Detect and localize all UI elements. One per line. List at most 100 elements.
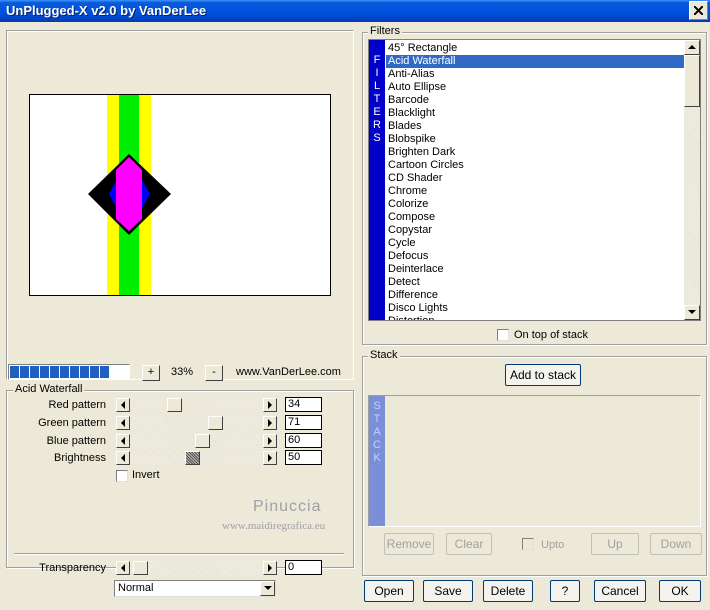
slider-thumb[interactable]	[208, 416, 223, 430]
slider-right-button[interactable]	[263, 434, 277, 448]
transparency-right-button[interactable]	[263, 561, 277, 575]
slider-left-button[interactable]	[116, 451, 130, 465]
add-to-stack-button[interactable]: Add to stack	[505, 364, 581, 386]
close-button[interactable]	[689, 1, 708, 20]
filter-item[interactable]: CD Shader	[386, 172, 684, 185]
filter-item[interactable]: Anti-Alias	[386, 68, 684, 81]
filter-item[interactable]: Cycle	[386, 237, 684, 250]
filter-item[interactable]: Distortion	[386, 315, 684, 320]
arrow-left-icon	[121, 419, 125, 427]
blend-mode-value: Normal	[118, 582, 154, 594]
blend-mode-select[interactable]: Normal	[114, 580, 276, 597]
filter-item[interactable]: 45° Rectangle	[386, 42, 684, 55]
filter-item[interactable]: Brighten Dark	[386, 146, 684, 159]
chevron-down-icon	[688, 310, 696, 314]
tab-letter: E	[373, 106, 381, 118]
progress-segment	[60, 366, 69, 378]
dropdown-button[interactable]	[260, 581, 275, 596]
zoom-out-button[interactable]: -	[205, 365, 223, 381]
filter-item[interactable]: Acid Waterfall	[386, 55, 684, 68]
close-icon	[694, 6, 703, 15]
slider-thumb[interactable]	[167, 398, 182, 412]
tab-letter: R	[373, 119, 381, 131]
slider-right-button[interactable]	[263, 451, 277, 465]
transparency-value[interactable]: 0	[285, 560, 322, 575]
transparency-label: Transparency	[39, 562, 106, 574]
slider-right-button[interactable]	[263, 416, 277, 430]
on-top-checkbox[interactable]	[497, 329, 509, 341]
delete-button[interactable]: Delete	[483, 580, 533, 602]
open-button[interactable]: Open	[364, 580, 414, 602]
arrow-right-icon	[268, 437, 272, 445]
help-button[interactable]: ?	[550, 580, 580, 602]
filter-item[interactable]: Cartoon Circles	[386, 159, 684, 172]
clear-button[interactable]: Clear	[446, 533, 492, 555]
filter-item[interactable]: Blacklight	[386, 107, 684, 120]
filter-item[interactable]: Compose	[386, 211, 684, 224]
tab-letter: T	[373, 93, 381, 105]
filter-item[interactable]: Blobspike	[386, 133, 684, 146]
slider-thumb[interactable]	[185, 451, 200, 465]
arrow-right-icon	[268, 401, 272, 409]
filter-item[interactable]: Auto Ellipse	[386, 81, 684, 94]
slider-track[interactable]	[130, 416, 263, 430]
tab-letter: S	[373, 132, 381, 144]
slider-value[interactable]: 60	[285, 433, 322, 448]
filters-scrollbar[interactable]	[684, 40, 700, 320]
dialog-client: + 33% - www.VanDerLee.com Acid Waterfall…	[0, 22, 710, 610]
title-bar: UnPlugged-X v2.0 by VanDerLee	[0, 0, 710, 22]
stack-list[interactable]: STACK	[368, 395, 701, 527]
up-button[interactable]: Up	[591, 533, 639, 555]
arrow-left-icon	[121, 564, 125, 572]
scroll-thumb[interactable]	[684, 55, 700, 107]
slider-left-button[interactable]	[116, 398, 130, 412]
filter-item[interactable]: Barcode	[386, 94, 684, 107]
filter-item[interactable]: Defocus	[386, 250, 684, 263]
arrow-right-icon	[268, 454, 272, 462]
transparency-track[interactable]	[130, 561, 263, 575]
ok-button[interactable]: OK	[659, 580, 701, 602]
slider-value[interactable]: 50	[285, 450, 322, 465]
slider-label: Blue pattern	[46, 435, 106, 447]
stack-group-title: Stack	[368, 349, 400, 361]
slider-right-button[interactable]	[263, 398, 277, 412]
preview-canvas[interactable]	[29, 94, 331, 296]
zoom-in-button[interactable]: +	[142, 365, 160, 381]
arrow-left-icon	[121, 454, 125, 462]
filter-item[interactable]: Chrome	[386, 185, 684, 198]
progress-segment	[30, 366, 39, 378]
filters-listbox[interactable]: FILTERS 45° Rectangle Acid Waterfall Anti-…	[368, 39, 701, 321]
slider-thumb[interactable]	[195, 434, 210, 448]
filter-item[interactable]: Detect	[386, 276, 684, 289]
slider-track[interactable]	[130, 398, 263, 412]
stack-tab: STACK	[369, 396, 385, 526]
transparency-left-button[interactable]	[116, 561, 130, 575]
tab-letter: I	[375, 67, 379, 79]
slider-track[interactable]	[130, 451, 263, 465]
filter-item[interactable]: Deinterlace	[386, 263, 684, 276]
vanderlee-link[interactable]: www.VanDerLee.com	[236, 366, 341, 378]
progress-segment	[80, 366, 89, 378]
filter-item[interactable]: Blades	[386, 120, 684, 133]
slider-left-button[interactable]	[116, 434, 130, 448]
save-button[interactable]: Save	[423, 580, 473, 602]
scroll-up-button[interactable]	[684, 40, 700, 55]
scroll-down-button[interactable]	[684, 305, 700, 320]
slider-value[interactable]: 34	[285, 397, 322, 412]
filter-item[interactable]: Colorize	[386, 198, 684, 211]
slider-value[interactable]: 71	[285, 415, 322, 430]
remove-button[interactable]: Remove	[384, 533, 434, 555]
down-button[interactable]: Down	[650, 533, 702, 555]
slider-track[interactable]	[130, 434, 263, 448]
slider-left-button[interactable]	[116, 416, 130, 430]
filter-item[interactable]: Disco Lights	[386, 302, 684, 315]
cancel-button[interactable]: Cancel	[594, 580, 646, 602]
invert-checkbox[interactable]	[116, 470, 128, 482]
filters-tab: FILTERS	[369, 40, 385, 320]
filter-item[interactable]: Copystar	[386, 224, 684, 237]
transparency-thumb[interactable]	[133, 561, 148, 575]
upto-checkbox[interactable]	[522, 538, 534, 550]
filters-list[interactable]: 45° Rectangle Acid Waterfall Anti-Alias Aut…	[386, 42, 684, 320]
filter-item[interactable]: Difference	[386, 289, 684, 302]
chevron-up-icon	[688, 45, 696, 49]
